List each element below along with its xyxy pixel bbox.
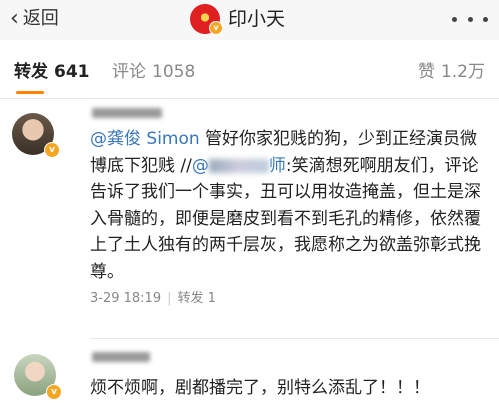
mention-link[interactable]: @ 师 [192, 156, 286, 176]
page-title: 印小天 [228, 8, 286, 30]
repost-text: @龚俊 Simon 管好你家犯贱的狗，少到正经演员微博底下犯贱 //@ 师:笑滴想… [90, 126, 485, 285]
dot-icon [452, 16, 457, 22]
tab-bar: 转发 641 评论 1058 赞 1.2万 [0, 57, 499, 97]
tab-repost-count: 641 [54, 62, 90, 82]
blurred-name [208, 158, 269, 173]
timestamp: 3-29 18:19 [90, 291, 162, 306]
divider [90, 338, 499, 339]
mention-link[interactable]: @龚俊 Simon [90, 129, 200, 149]
separator: | [167, 291, 172, 306]
dot-icon [483, 16, 488, 22]
username-blurred [92, 108, 162, 118]
repost-meta: 3-29 18:19 | 转发 1 [90, 287, 216, 306]
chevron-left-icon: ‹ [10, 6, 19, 31]
tab-comment-label: 评论 [112, 62, 146, 82]
top-bar: ‹ 返回 v 印小天 [0, 0, 499, 40]
active-tab-indicator [16, 91, 44, 94]
verified-badge-icon: v [46, 384, 62, 400]
verified-badge-icon: v [44, 142, 60, 158]
verified-badge-icon: v [209, 21, 223, 35]
dot-icon [467, 16, 473, 22]
divider [0, 98, 499, 99]
back-button[interactable]: ‹ 返回 [10, 6, 59, 32]
profile-avatar[interactable]: v [190, 4, 223, 35]
tab-comment[interactable]: 评论 1058 [112, 57, 195, 87]
more-button[interactable] [452, 8, 488, 30]
tab-like[interactable]: 赞 1.2万 [418, 57, 485, 87]
tab-repost-label: 转发 [14, 62, 48, 82]
tab-like-label: 赞 [417, 62, 435, 82]
tab-like-count: 1.2万 [440, 62, 485, 82]
repost-button[interactable]: 转发 1 [178, 291, 216, 306]
tab-repost[interactable]: 转发 641 [14, 57, 90, 87]
tab-comment-count: 1058 [152, 62, 196, 82]
back-label: 返回 [22, 8, 59, 29]
username-blurred [92, 352, 150, 362]
repost-text: 烦不烦啊，剧都播完了，别特么添乱了！！！ [90, 378, 430, 398]
